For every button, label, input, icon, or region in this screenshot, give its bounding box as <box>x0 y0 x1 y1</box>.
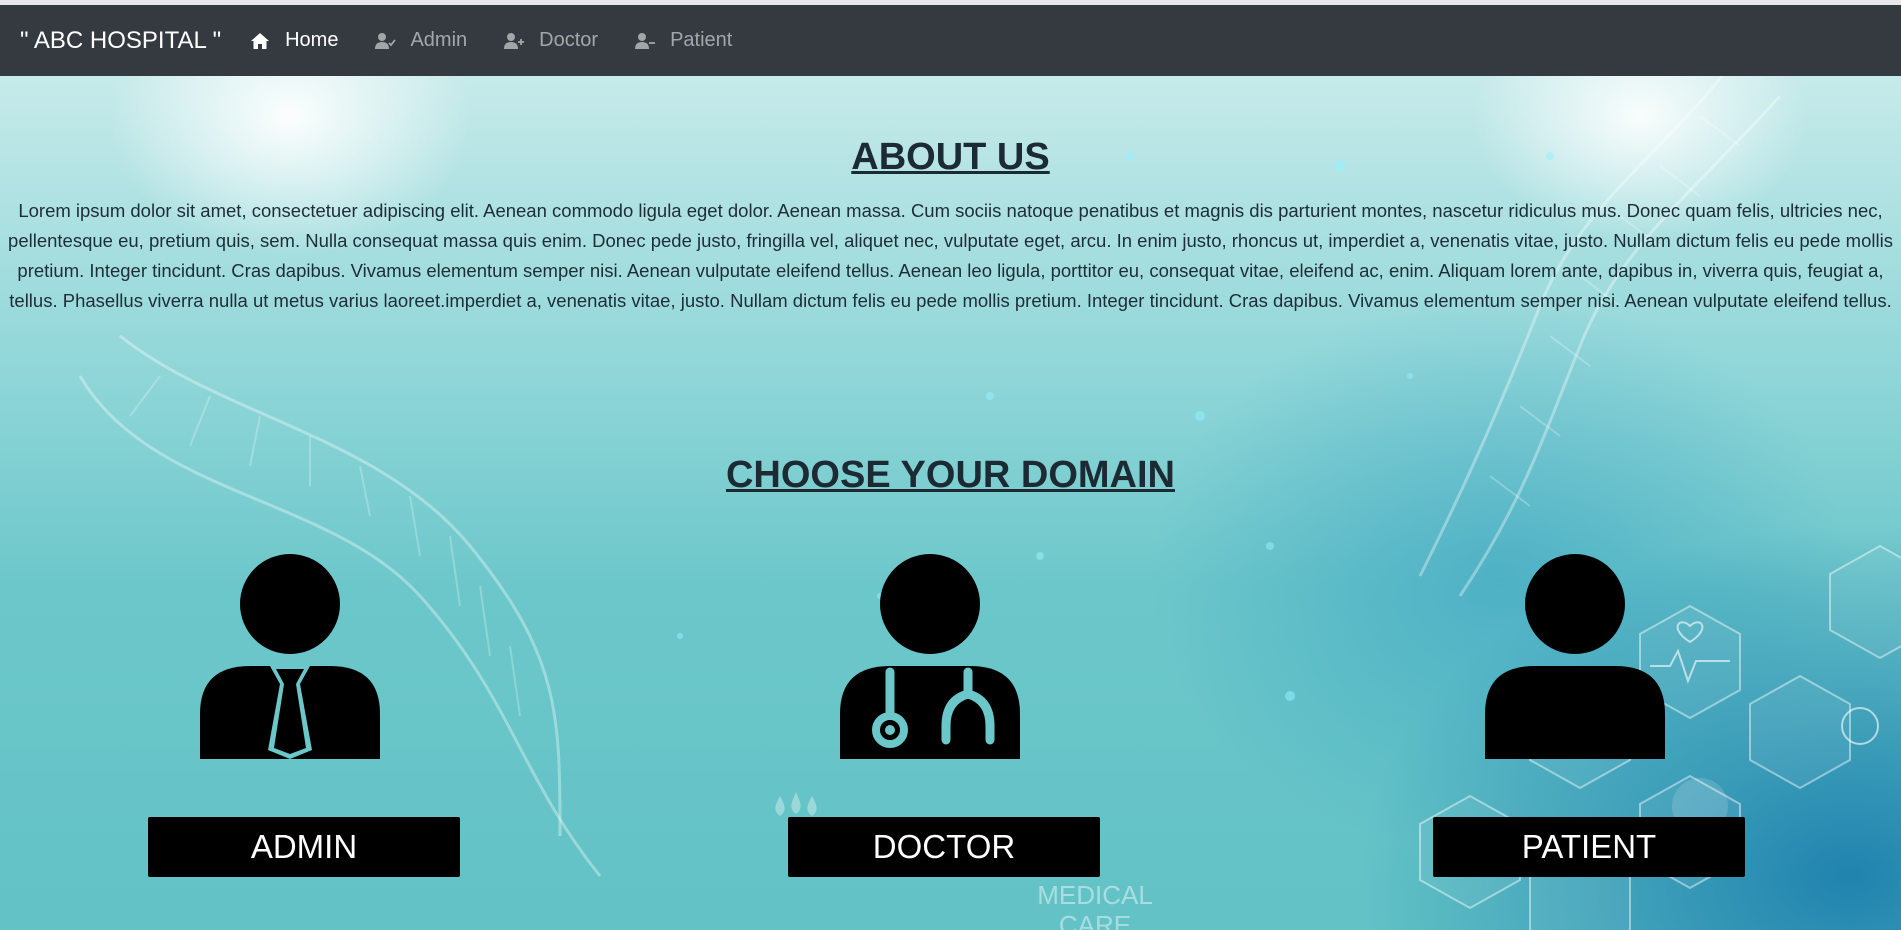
brand-title[interactable]: " ABC HOSPITAL " <box>20 27 221 55</box>
patient-card: PATIENT <box>1415 554 1745 884</box>
doctor-button[interactable]: DOCTOR <box>788 817 1100 877</box>
navbar: " ABC HOSPITAL " Home Admin Doctor Patie… <box>0 5 1901 76</box>
user-minus-icon <box>634 30 656 52</box>
nav-item-admin[interactable]: Admin <box>374 29 467 52</box>
choose-domain-heading: CHOOSE YOUR DOMAIN <box>725 454 1175 496</box>
hero-section: MEDICAL CARE ABOUT US Lorem ipsum dolor … <box>0 76 1901 930</box>
doctor-card: DOCTOR <box>770 554 1100 884</box>
about-us-heading: ABOUT US <box>851 136 1050 178</box>
nav-item-patient[interactable]: Patient <box>634 29 732 52</box>
patient-button[interactable]: PATIENT <box>1433 817 1745 877</box>
admin-card: ADMIN <box>130 554 460 884</box>
nav-item-doctor[interactable]: Doctor <box>503 29 598 52</box>
nav-item-doctor-label: Doctor <box>539 29 599 51</box>
nav-item-patient-label: Patient <box>670 29 733 51</box>
home-icon <box>249 30 271 52</box>
admin-button[interactable]: ADMIN <box>148 817 460 877</box>
user-check-icon <box>374 30 397 52</box>
about-us-text: Lorem ipsum dolor sit amet, consectetuer… <box>8 200 1893 311</box>
user-plus-icon <box>503 30 525 52</box>
nav-item-admin-label: Admin <box>410 29 468 51</box>
admin-person-tie-icon <box>200 554 380 759</box>
medical-care-watermark: MEDICAL CARE <box>1037 880 1153 930</box>
nav-item-home-label: Home <box>285 29 339 51</box>
patient-person-icon <box>1485 554 1665 759</box>
doctor-stethoscope-icon <box>840 554 1020 759</box>
nav-item-home[interactable]: Home <box>249 29 338 52</box>
